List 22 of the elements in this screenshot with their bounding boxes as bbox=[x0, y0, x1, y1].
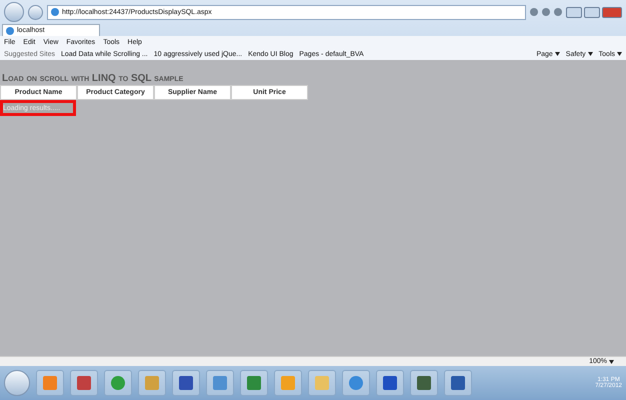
back-button[interactable] bbox=[4, 2, 24, 22]
forward-button[interactable] bbox=[28, 4, 43, 20]
taskbar-button[interactable] bbox=[70, 370, 98, 396]
caret-icon bbox=[609, 360, 614, 364]
taskbar-button[interactable] bbox=[206, 370, 234, 396]
taskbar-button[interactable] bbox=[342, 370, 370, 396]
minimize-button[interactable] bbox=[566, 6, 582, 18]
taskbar-button[interactable] bbox=[444, 370, 472, 396]
start-button[interactable] bbox=[4, 370, 30, 396]
taskbar-button[interactable] bbox=[410, 370, 438, 396]
caret-icon bbox=[588, 52, 593, 56]
caret-icon bbox=[554, 52, 560, 56]
taskbar-button[interactable] bbox=[376, 370, 404, 396]
page-heading: Load on scroll with LINQ to SQL sample bbox=[2, 73, 184, 84]
taskbar-button[interactable] bbox=[104, 370, 132, 396]
caret-icon bbox=[617, 52, 622, 56]
taskbar-button[interactable] bbox=[240, 370, 268, 396]
globe-icon bbox=[6, 26, 14, 34]
maximize-button[interactable] bbox=[584, 6, 600, 18]
taskbar-button[interactable] bbox=[172, 370, 200, 396]
globe-icon bbox=[51, 8, 59, 16]
close-button[interactable] bbox=[602, 6, 622, 18]
